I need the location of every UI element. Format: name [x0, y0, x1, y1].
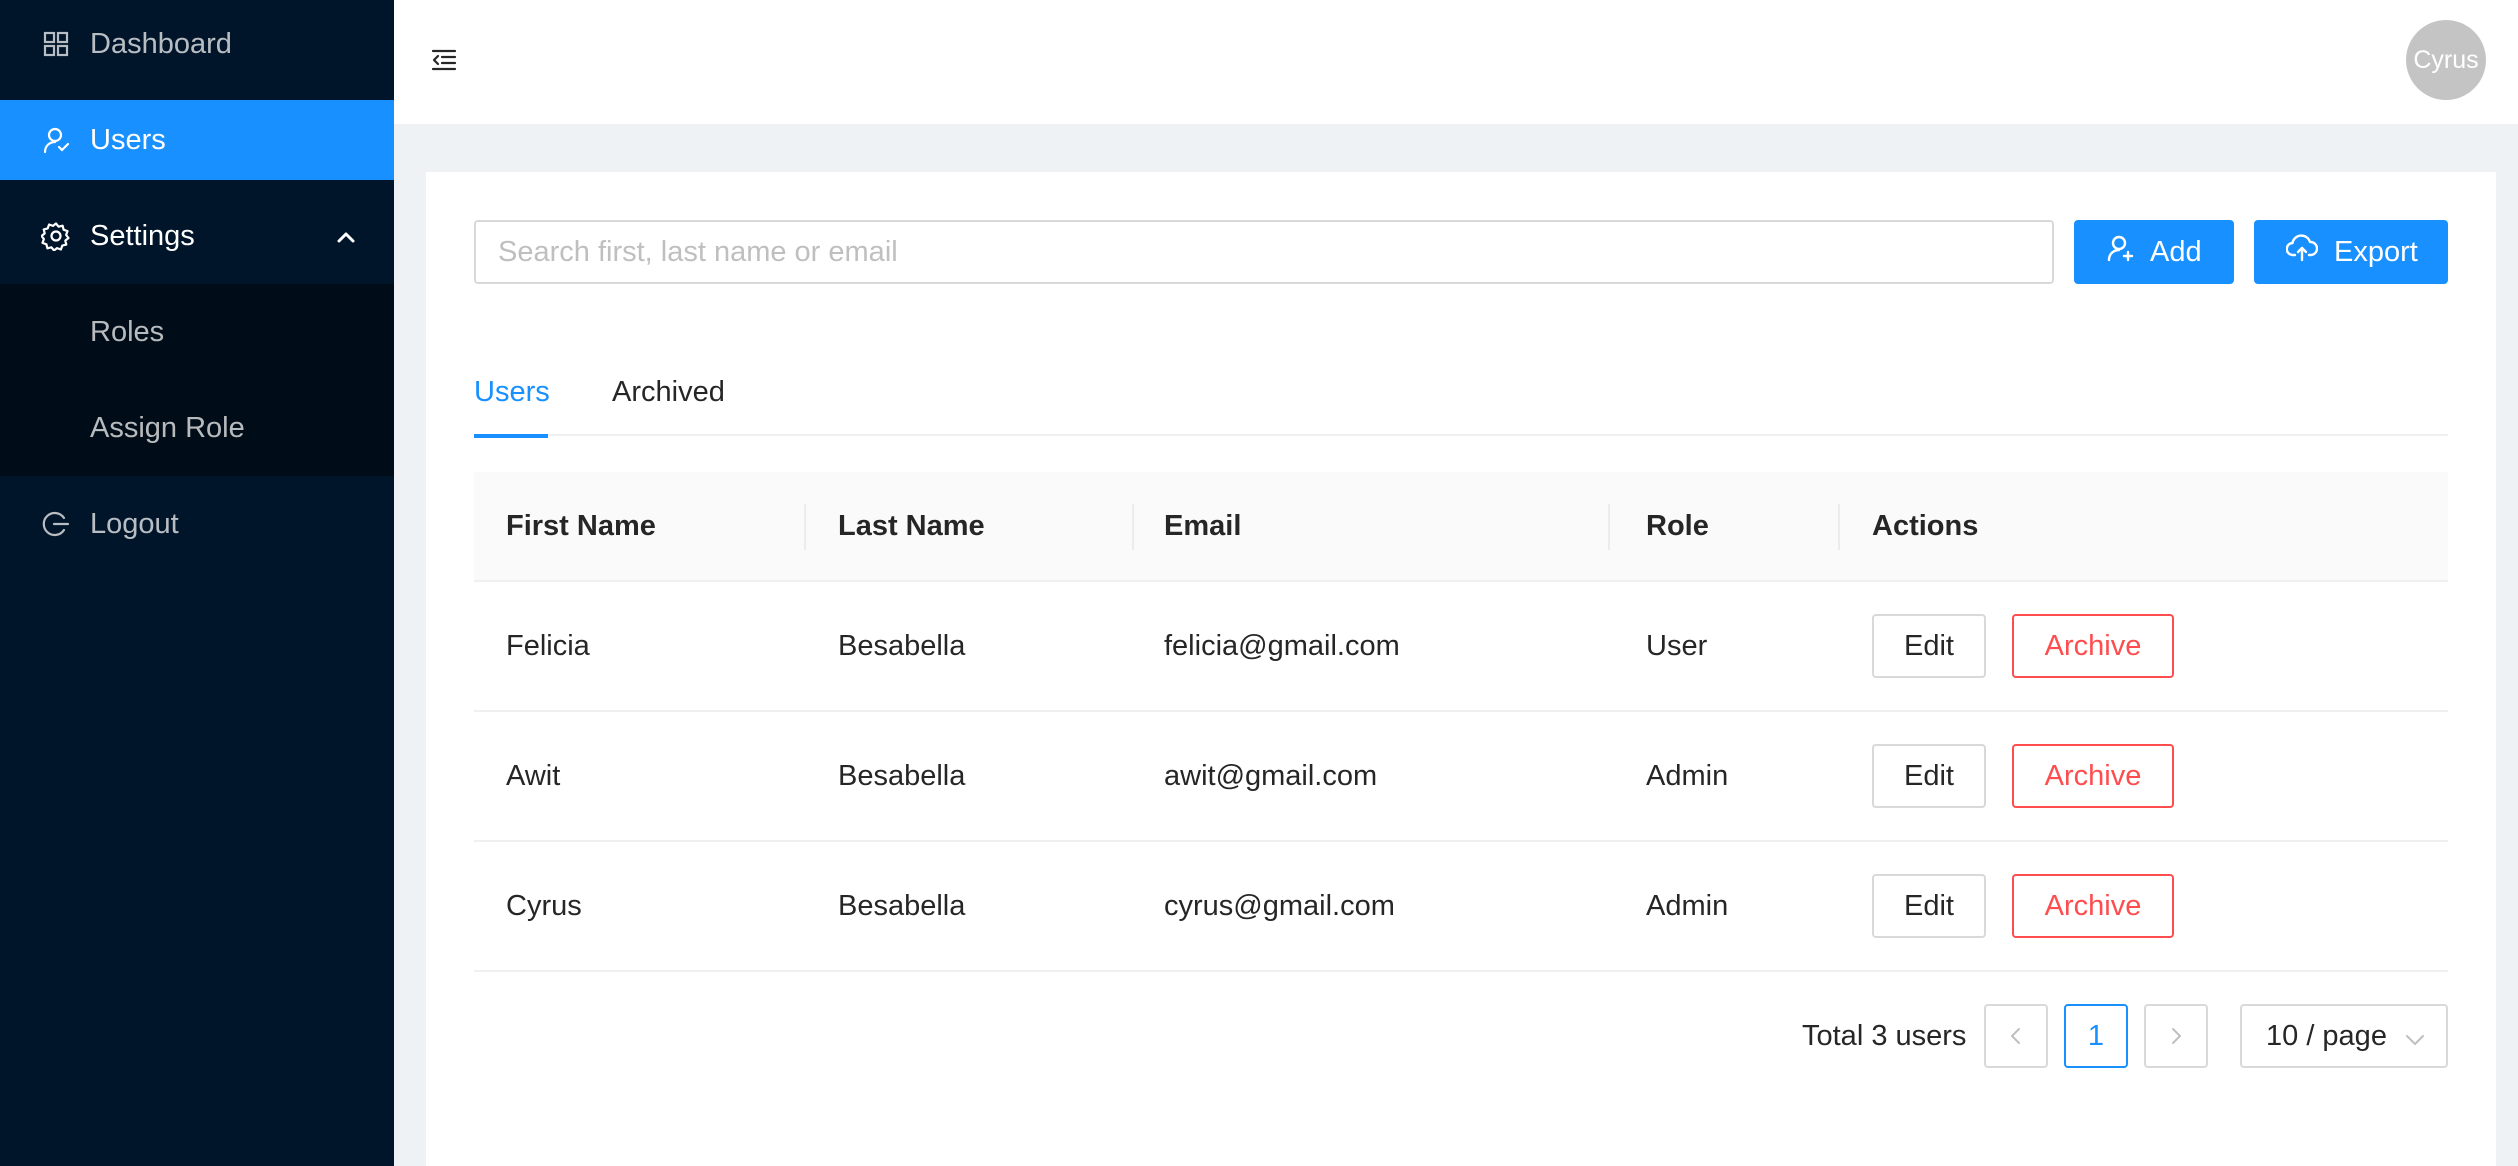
chevron-left-icon — [2011, 1028, 2020, 1044]
table-header: First Name Last Name Email Role Actions — [474, 472, 2448, 582]
sidebar-item-label: Assign Role — [90, 411, 245, 444]
cell-role: Admin — [1646, 889, 1729, 922]
archive-button[interactable]: Archive — [2012, 744, 2174, 808]
tab-users[interactable]: Users — [474, 368, 550, 438]
edit-button[interactable]: Edit — [1872, 744, 1986, 808]
cell-first-name: Felicia — [506, 629, 590, 662]
export-button-label: Export — [2334, 235, 2418, 268]
gear-icon — [40, 220, 72, 252]
sidebar: Dashboard Users Settings Roles Assign Ro… — [0, 0, 394, 1166]
pagination-total: Total 3 users — [1802, 1019, 1967, 1052]
sidebar-item-users[interactable]: Users — [0, 100, 394, 180]
cell-first-name: Awit — [506, 759, 561, 792]
sidebar-item-logout[interactable]: Logout — [0, 484, 394, 564]
sidebar-item-assign-role[interactable]: Assign Role — [0, 388, 394, 468]
table-row: Felicia Besabella felicia@gmail.com User… — [474, 582, 2448, 712]
sidebar-item-settings[interactable]: Settings — [0, 196, 394, 276]
sidebar-item-label: Roles — [90, 315, 165, 348]
next-page-button[interactable] — [2144, 1004, 2208, 1068]
archive-button[interactable]: Archive — [2012, 874, 2174, 938]
avatar[interactable]: Cyrus — [2406, 20, 2486, 100]
user-icon — [40, 124, 72, 156]
add-button-label: Add — [2150, 235, 2202, 268]
column-header-email: Email — [1164, 509, 1242, 542]
column-header-actions: Actions — [1872, 509, 1979, 542]
cell-first-name: Cyrus — [506, 889, 582, 922]
tab-archived[interactable]: Archived — [612, 368, 725, 436]
user-add-icon — [2106, 234, 2134, 270]
sidebar-item-label: Dashboard — [90, 27, 232, 60]
column-divider — [1608, 504, 1610, 550]
add-user-button[interactable]: Add — [2074, 220, 2234, 284]
cell-last-name: Besabella — [838, 759, 966, 792]
cell-last-name: Besabella — [838, 889, 966, 922]
cell-role: Admin — [1646, 759, 1729, 792]
page-button-current[interactable]: 1 — [2064, 1004, 2128, 1068]
users-table: First Name Last Name Email Role Actions … — [474, 472, 2448, 972]
prev-page-button[interactable] — [1984, 1004, 2048, 1068]
column-header-first-name: First Name — [506, 509, 656, 542]
chevron-up-icon — [334, 224, 358, 248]
column-divider — [1838, 504, 1840, 550]
column-header-last-name: Last Name — [838, 509, 985, 542]
column-divider — [804, 504, 806, 550]
cell-email: cyrus@gmail.com — [1164, 889, 1395, 922]
sidebar-item-label: Settings — [90, 219, 195, 252]
page-size-select[interactable]: 10 / page — [2240, 1004, 2448, 1068]
table-row: Cyrus Besabella cyrus@gmail.com Admin Ed… — [474, 842, 2448, 972]
sidebar-item-label: Users — [90, 123, 166, 156]
top-header: Cyrus — [394, 0, 2518, 124]
sidebar-item-dashboard[interactable]: Dashboard — [0, 4, 394, 84]
column-divider — [1132, 504, 1134, 550]
page-size-value: 10 / page — [2266, 1019, 2387, 1052]
cloud-upload-icon — [2285, 234, 2319, 270]
menu-fold-icon[interactable] — [430, 46, 462, 78]
chevron-right-icon — [2172, 1028, 2181, 1044]
cell-last-name: Besabella — [838, 629, 966, 662]
export-button[interactable]: Export — [2254, 220, 2448, 284]
dashboard-icon — [40, 28, 72, 60]
cell-role: User — [1646, 629, 1708, 662]
tab-bar: Users Archived — [474, 368, 2448, 438]
sidebar-item-label: Logout — [90, 507, 179, 540]
edit-button[interactable]: Edit — [1872, 614, 1986, 678]
column-header-role: Role — [1646, 509, 1709, 542]
edit-button[interactable]: Edit — [1872, 874, 1986, 938]
cell-email: awit@gmail.com — [1164, 759, 1378, 792]
search-input[interactable] — [474, 220, 2054, 284]
settings-submenu: Roles Assign Role — [0, 284, 394, 476]
main-content: Add Export Users Archived First Name Las… — [426, 172, 2496, 1166]
logout-icon — [40, 508, 72, 540]
cell-email: felicia@gmail.com — [1164, 629, 1400, 662]
sidebar-item-roles[interactable]: Roles — [0, 292, 394, 372]
chevron-down-icon — [2404, 1026, 2426, 1048]
archive-button[interactable]: Archive — [2012, 614, 2174, 678]
table-row: Awit Besabella awit@gmail.com Admin Edit… — [474, 712, 2448, 842]
